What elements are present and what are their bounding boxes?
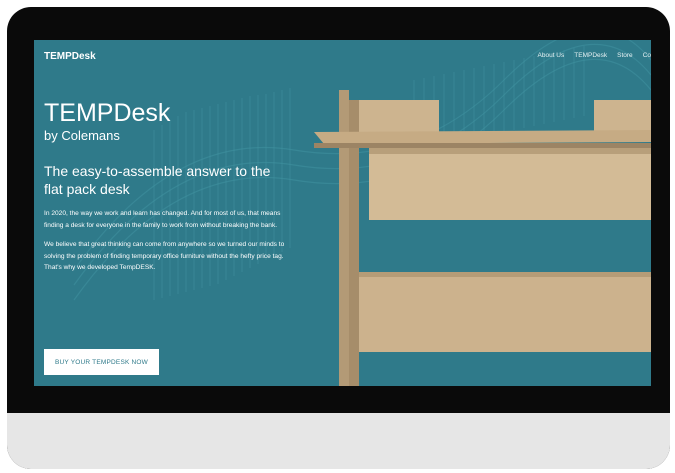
monitor-chin	[7, 413, 670, 469]
nav-links: About Us TEMPDesk Store Co	[538, 52, 651, 59]
nav-link-tempdesk[interactable]: TEMPDesk	[574, 52, 607, 59]
hero-subtitle: by Colemans	[44, 128, 120, 143]
tagline-line-2: flat pack desk	[44, 181, 130, 197]
nav-link-about-us[interactable]: About Us	[538, 52, 565, 59]
hero-title: TEMPDesk	[44, 99, 171, 127]
monitor-frame: TEMPDesk About Us TEMPDesk Store Co TEMP…	[7, 7, 670, 469]
hero-tagline: The easy-to-assemble answer to the flat …	[44, 162, 294, 198]
cardboard-desk-image	[314, 90, 651, 386]
site-brand-logo[interactable]: TEMPDesk	[44, 51, 96, 62]
top-navbar: TEMPDesk About Us TEMPDesk Store Co	[34, 40, 651, 76]
buy-tempdesk-button[interactable]: BUY YOUR TEMPDESK NOW	[44, 349, 159, 375]
tagline-line-1: The easy-to-assemble answer to the	[44, 163, 271, 179]
hero-section: TEMPDesk by Colemans The easy-to-assembl…	[44, 100, 294, 274]
nav-link-store[interactable]: Store	[617, 52, 633, 59]
hero-paragraph-1: In 2020, the way we work and learn has c…	[44, 210, 281, 229]
hero-paragraph-2: We believe that great thinking can come …	[44, 241, 285, 271]
website-screen: TEMPDesk About Us TEMPDesk Store Co TEMP…	[34, 40, 651, 386]
nav-link-contact[interactable]: Co	[643, 52, 651, 59]
